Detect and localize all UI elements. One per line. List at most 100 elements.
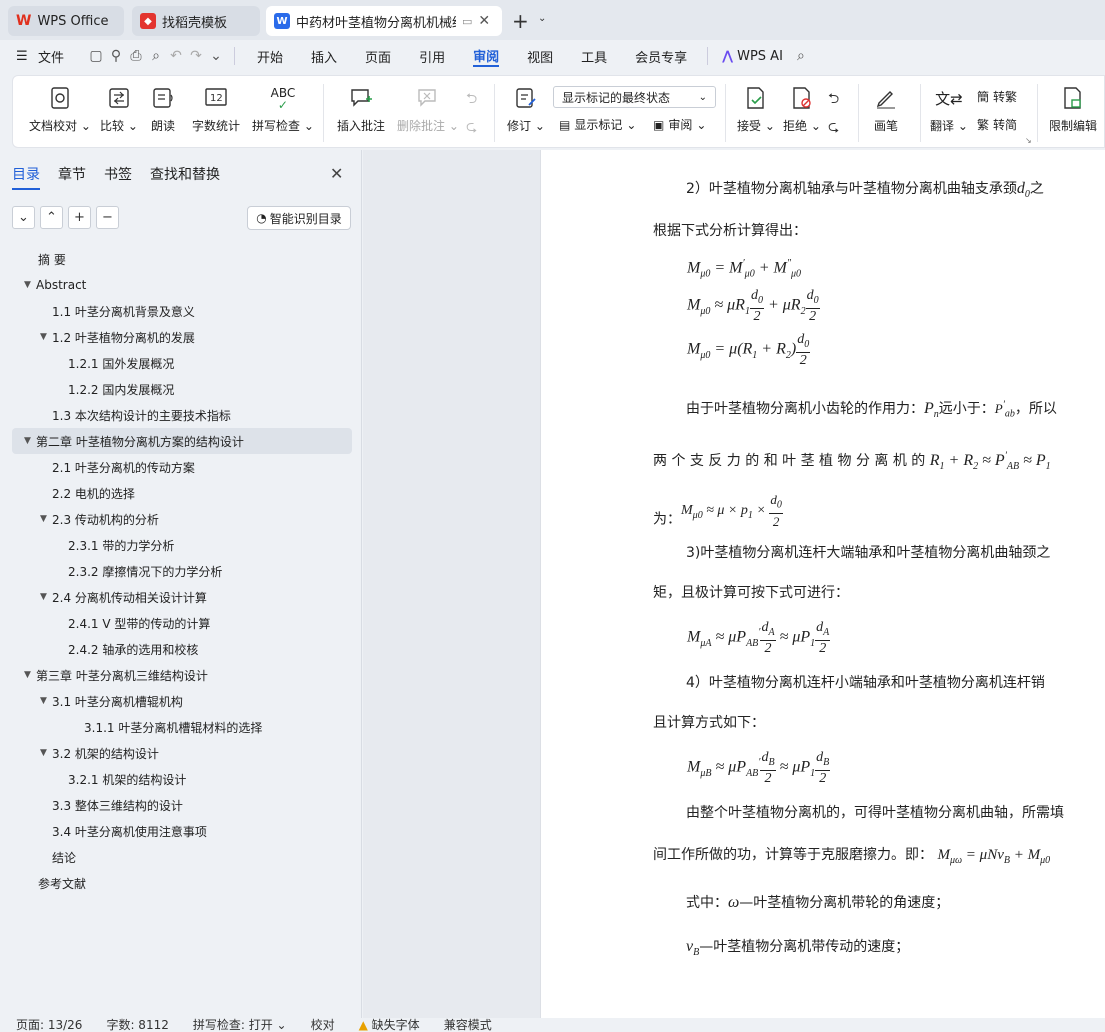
toc-item[interactable]: ▼ 3.2 机架的结构设计 — [12, 740, 352, 766]
toc-item[interactable]: 2.4.2 轴承的选用和校核 — [12, 636, 352, 662]
document-page[interactable]: 2）叶茎植物分离机轴承与叶茎植物分离机曲轴支承颈d0之 根据下式分析计算得出： … — [540, 150, 1105, 1018]
menu-reference[interactable]: 引用 — [405, 47, 459, 66]
read-aloud-button[interactable]: 朗读 — [151, 84, 175, 134]
nav-tab-toc[interactable]: 目录 — [12, 164, 40, 190]
spell-check-button[interactable]: ABC ✓ 拼写检查 ⌄ — [252, 84, 314, 134]
hamburger-menu-icon[interactable]: ☰ — [16, 49, 34, 64]
menu-start[interactable]: 开始 — [243, 47, 297, 66]
nav-tab-bookmarks[interactable]: 书签 — [104, 164, 132, 190]
expand-triangle-icon[interactable]: ▼ — [40, 748, 52, 758]
monitor-icon[interactable]: ▭ — [462, 15, 472, 28]
ribbon-expand-icon[interactable]: ↘ — [1025, 136, 1032, 145]
toc-item[interactable]: 1.2.2 国内发展概况 — [12, 376, 352, 402]
nav-tab-chapters[interactable]: 章节 — [58, 164, 86, 190]
page-indicator[interactable]: 页面: 13/26 — [0, 1018, 94, 1032]
to-simplified-button[interactable]: 繁 转简 — [977, 116, 1017, 133]
toc-item[interactable]: 2.1 叶茎分离机的传动方案 — [12, 454, 352, 480]
next-comment-icon[interactable]: ⮎ — [466, 116, 477, 140]
word-count[interactable]: 字数: 8112 — [94, 1018, 180, 1032]
word-count-button[interactable]: 12 字数统计 — [192, 84, 240, 134]
toc-item[interactable]: ▼ 1.2 叶茎植物分离机的发展 — [12, 324, 352, 350]
share-icon[interactable]: ⚲ — [106, 46, 126, 66]
close-tab-icon[interactable]: ✕ — [478, 13, 490, 29]
toc-item[interactable]: 1.3 本次结构设计的主要技术指标 — [12, 402, 352, 428]
toc-item[interactable]: 3.2.1 机架的结构设计 — [12, 766, 352, 792]
pen-button[interactable]: 画笔 — [874, 84, 898, 134]
simplified-icon: 繁 — [977, 118, 990, 132]
previous-change-icon[interactable]: ⮌ — [828, 88, 839, 112]
new-tab-button[interactable]: + — [512, 9, 529, 33]
next-change-icon[interactable]: ⮎ — [828, 116, 839, 140]
toc-item[interactable]: 2.3.1 带的力学分析 — [12, 532, 352, 558]
print-preview-icon[interactable]: ⌕ — [146, 46, 166, 66]
menu-tools[interactable]: 工具 — [567, 47, 621, 66]
expand-triangle-icon[interactable]: ▼ — [40, 592, 52, 602]
toc-item[interactable]: 3.4 叶茎分离机使用注意事项 — [12, 818, 352, 844]
remove-heading-icon[interactable]: − — [96, 206, 119, 229]
save-icon[interactable]: ▢ — [86, 46, 106, 66]
previous-comment-icon[interactable]: ⮌ — [466, 88, 477, 112]
toc-item[interactable]: 2.4.1 V 型带的传动的计算 — [12, 610, 352, 636]
toc-item[interactable]: 1.1 叶茎分离机背景及意义 — [12, 298, 352, 324]
expand-triangle-icon[interactable]: ▼ — [24, 670, 36, 680]
compare-button[interactable]: 比较 ⌄ — [100, 84, 138, 134]
tab-wps-office[interactable]: W WPS Office — [8, 6, 124, 36]
tab-document[interactable]: W 中药材叶茎植物分离机机械结构设计 ▭ ✕ — [266, 6, 502, 36]
menu-review[interactable]: 审阅 — [473, 46, 500, 67]
undo-icon[interactable]: ↶ — [166, 46, 186, 66]
toc-item[interactable]: 结论 — [12, 844, 352, 870]
toc-item[interactable]: 2.2 电机的选择 — [12, 480, 352, 506]
collapse-down-icon[interactable]: ⌄ — [12, 206, 35, 229]
delete-comment-button[interactable]: 删除批注 ⌄ — [397, 84, 459, 134]
reject-button[interactable]: 拒绝 ⌄ — [783, 84, 821, 134]
menu-member[interactable]: 会员专享 — [621, 47, 701, 66]
tab-list-chevron-icon[interactable]: ⌄ — [538, 13, 546, 24]
expand-triangle-icon[interactable]: ▼ — [40, 332, 52, 342]
missing-font-status[interactable]: ▲ 缺失字体 — [347, 1018, 432, 1032]
menu-view[interactable]: 视图 — [513, 47, 567, 66]
search-icon[interactable]: ⌕ — [791, 46, 811, 66]
toc-item[interactable]: 摘 要 — [12, 246, 352, 272]
review-pane-button[interactable]: ▣ 审阅 ⌄ — [653, 116, 706, 133]
nav-tab-find-replace[interactable]: 查找和替换 — [150, 164, 220, 190]
toc-item[interactable]: 3.3 整体三维结构的设计 — [12, 792, 352, 818]
accept-button[interactable]: 接受 ⌄ — [737, 84, 775, 134]
show-markup-button[interactable]: ▤ 显示标记 ⌄ — [559, 116, 636, 133]
smart-toc-button[interactable]: ◔ 智能识别目录 — [247, 206, 351, 230]
track-changes-button[interactable]: 修订 ⌄ — [507, 84, 545, 134]
close-pane-icon[interactable]: ✕ — [330, 164, 343, 183]
expand-triangle-icon[interactable]: ▼ — [40, 514, 52, 524]
translate-button[interactable]: 文⇄ 翻译 ⌄ — [930, 84, 968, 134]
toc-item[interactable]: 1.2.1 国外发展概况 — [12, 350, 352, 376]
menu-file[interactable]: 文件 — [34, 47, 72, 66]
toc-item[interactable]: ▼ 3.1 叶茎分离机槽辊机构 — [12, 688, 352, 714]
proofread-status[interactable]: 校对 — [299, 1018, 347, 1032]
markup-mode-dropdown[interactable]: 显示标记的最终状态 ⌄ — [553, 86, 716, 108]
to-traditional-button[interactable]: 簡 转繁 — [977, 88, 1017, 105]
toc-item[interactable]: ▼ 2.4 分离机传动相关设计计算 — [12, 584, 352, 610]
insert-comment-button[interactable]: 插入批注 — [337, 84, 385, 134]
wps-ai-button[interactable]: ⋀ WPS AI — [714, 49, 791, 64]
print-icon[interactable]: ⎙ — [126, 46, 146, 66]
expand-triangle-icon[interactable]: ▼ — [24, 280, 36, 290]
document-area[interactable]: 2）叶茎植物分离机轴承与叶茎植物分离机曲轴支承颈d0之 根据下式分析计算得出： … — [363, 150, 1105, 1018]
expand-triangle-icon[interactable]: ▼ — [24, 436, 36, 446]
restrict-edit-button[interactable]: 限制编辑 — [1049, 84, 1097, 134]
spell-check-status[interactable]: 拼写检查: 打开 ⌄ — [181, 1018, 299, 1032]
toc-item[interactable]: ▼ 2.3 传动机构的分析 — [12, 506, 352, 532]
redo-icon[interactable]: ↷ — [186, 46, 206, 66]
doc-proof-button[interactable]: 文档校对 ⌄ — [29, 84, 91, 134]
expand-triangle-icon[interactable]: ▼ — [40, 696, 52, 706]
toc-item[interactable]: 2.3.2 摩擦情况下的力学分析 — [12, 558, 352, 584]
collapse-up-icon[interactable]: ⌃ — [40, 206, 63, 229]
toc-item[interactable]: ▼ 第三章 叶茎分离机三维结构设计 — [12, 662, 352, 688]
toc-item[interactable]: ▼ 第二章 叶茎植物分离机方案的结构设计 — [12, 428, 352, 454]
quick-access-chevron-icon[interactable]: ⌄ — [206, 46, 226, 66]
tab-docer-templates[interactable]: ◆ 找稻壳模板 — [132, 6, 260, 36]
menu-insert[interactable]: 插入 — [297, 47, 351, 66]
add-heading-icon[interactable]: + — [68, 206, 91, 229]
menu-page[interactable]: 页面 — [351, 47, 405, 66]
toc-item[interactable]: ▼ Abstract — [12, 272, 352, 298]
toc-item[interactable]: 参考文献 — [12, 870, 352, 896]
toc-item[interactable]: 3.1.1 叶茎分离机槽辊材料的选择 — [12, 714, 352, 740]
